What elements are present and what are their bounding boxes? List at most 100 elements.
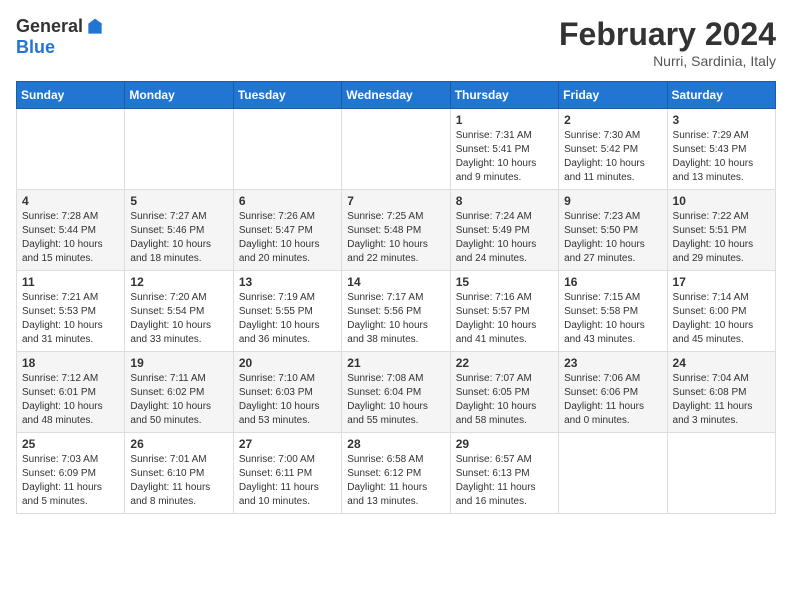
day-info: Sunrise: 7:26 AM Sunset: 5:47 PM Dayligh… — [239, 210, 336, 266]
calendar-day-cell: 28 Sunrise: 6:58 AM Sunset: 6:12 PM Dayli… — [342, 433, 450, 514]
day-info: Sunrise: 7:01 AM Sunset: 6:10 PM Dayligh… — [130, 453, 227, 509]
logo-blue: Blue — [16, 37, 55, 58]
day-info: Sunrise: 7:19 AM Sunset: 5:55 PM Dayligh… — [239, 291, 336, 347]
empty-cell — [125, 109, 233, 190]
calendar-day-cell: 8Sunrise: 7:24 AM Sunset: 5:49 PM Daylig… — [450, 190, 558, 271]
calendar-day-cell: 4Sunrise: 7:28 AM Sunset: 5:44 PM Daylig… — [17, 190, 125, 271]
weekday-header-tuesday: Tuesday — [233, 82, 341, 109]
day-number: 25 — [22, 437, 119, 451]
day-number: 7 — [347, 194, 444, 208]
day-number: 11 — [22, 275, 119, 289]
day-info: Sunrise: 7:14 AM Sunset: 6:00 PM Dayligh… — [673, 291, 770, 347]
day-number: 20 — [239, 356, 336, 370]
calendar-day-cell: 2Sunrise: 7:30 AM Sunset: 5:42 PM Daylig… — [559, 109, 667, 190]
calendar-table: SundayMondayTuesdayWednesdayThursdayFrid… — [16, 81, 776, 514]
title-area: February 2024 Nurri, Sardinia, Italy — [559, 16, 776, 69]
day-info: Sunrise: 6:57 AM Sunset: 6:13 PM Dayligh… — [456, 453, 553, 509]
day-number: 5 — [130, 194, 227, 208]
calendar-day-cell: 19Sunrise: 7:11 AM Sunset: 6:02 PM Dayli… — [125, 352, 233, 433]
calendar-week-row: 18 Sunrise: 7:12 AM Sunset: 6:01 PM Dayli… — [17, 352, 776, 433]
calendar-day-cell: 5 Sunrise: 7:27 AM Sunset: 5:46 PM Daylig… — [125, 190, 233, 271]
weekday-header-saturday: Saturday — [667, 82, 775, 109]
day-number: 23 — [564, 356, 661, 370]
day-number: 8 — [456, 194, 553, 208]
day-number: 18 — [22, 356, 119, 370]
weekday-header-wednesday: Wednesday — [342, 82, 450, 109]
empty-cell — [342, 109, 450, 190]
day-info: Sunrise: 7:00 AM Sunset: 6:11 PM Dayligh… — [239, 453, 336, 509]
day-info: Sunrise: 7:22 AM Sunset: 5:51 PM Dayligh… — [673, 210, 770, 266]
calendar-week-row: 11 Sunrise: 7:21 AM Sunset: 5:53 PM Dayli… — [17, 271, 776, 352]
empty-cell — [233, 109, 341, 190]
calendar-day-cell: 16 Sunrise: 7:15 AM Sunset: 5:58 PM Dayli… — [559, 271, 667, 352]
day-number: 6 — [239, 194, 336, 208]
day-number: 28 — [347, 437, 444, 451]
day-number: 14 — [347, 275, 444, 289]
calendar-day-cell: 23 Sunrise: 7:06 AM Sunset: 6:06 PM Dayli… — [559, 352, 667, 433]
day-info: Sunrise: 7:11 AM Sunset: 6:02 PM Dayligh… — [130, 372, 227, 428]
day-info: Sunrise: 7:23 AM Sunset: 5:50 PM Dayligh… — [564, 210, 661, 266]
day-number: 29 — [456, 437, 553, 451]
day-number: 26 — [130, 437, 227, 451]
page-header: General Blue February 2024 Nurri, Sardin… — [16, 16, 776, 69]
calendar-week-row: 4Sunrise: 7:28 AM Sunset: 5:44 PM Daylig… — [17, 190, 776, 271]
calendar-day-cell: 14 Sunrise: 7:17 AM Sunset: 5:56 PM Dayli… — [342, 271, 450, 352]
empty-cell — [667, 433, 775, 514]
day-info: Sunrise: 6:58 AM Sunset: 6:12 PM Dayligh… — [347, 453, 444, 509]
calendar-day-cell: 29 Sunrise: 6:57 AM Sunset: 6:13 PM Dayli… — [450, 433, 558, 514]
day-info: Sunrise: 7:07 AM Sunset: 6:05 PM Dayligh… — [456, 372, 553, 428]
day-number: 13 — [239, 275, 336, 289]
calendar-day-cell: 7Sunrise: 7:25 AM Sunset: 5:48 PM Daylig… — [342, 190, 450, 271]
calendar-day-cell: 27 Sunrise: 7:00 AM Sunset: 6:11 PM Dayli… — [233, 433, 341, 514]
day-number: 16 — [564, 275, 661, 289]
calendar-day-cell: 20Sunrise: 7:10 AM Sunset: 6:03 PM Dayli… — [233, 352, 341, 433]
weekday-header-friday: Friday — [559, 82, 667, 109]
calendar-day-cell: 15 Sunrise: 7:16 AM Sunset: 5:57 PM Dayli… — [450, 271, 558, 352]
day-info: Sunrise: 7:15 AM Sunset: 5:58 PM Dayligh… — [564, 291, 661, 347]
calendar-day-cell: 1 Sunrise: 7:31 AM Sunset: 5:41 PM Daylig… — [450, 109, 558, 190]
day-info: Sunrise: 7:28 AM Sunset: 5:44 PM Dayligh… — [22, 210, 119, 266]
calendar-week-row: 25Sunrise: 7:03 AM Sunset: 6:09 PM Dayli… — [17, 433, 776, 514]
calendar-day-cell: 6 Sunrise: 7:26 AM Sunset: 5:47 PM Daylig… — [233, 190, 341, 271]
day-info: Sunrise: 7:27 AM Sunset: 5:46 PM Dayligh… — [130, 210, 227, 266]
month-year-title: February 2024 — [559, 16, 776, 53]
day-info: Sunrise: 7:12 AM Sunset: 6:01 PM Dayligh… — [22, 372, 119, 428]
weekday-header-monday: Monday — [125, 82, 233, 109]
empty-cell — [17, 109, 125, 190]
weekday-header-row: SundayMondayTuesdayWednesdayThursdayFrid… — [17, 82, 776, 109]
day-number: 21 — [347, 356, 444, 370]
calendar-day-cell: 25Sunrise: 7:03 AM Sunset: 6:09 PM Dayli… — [17, 433, 125, 514]
calendar-day-cell: 21 Sunrise: 7:08 AM Sunset: 6:04 PM Dayli… — [342, 352, 450, 433]
calendar-week-row: 1 Sunrise: 7:31 AM Sunset: 5:41 PM Daylig… — [17, 109, 776, 190]
calendar-day-cell: 11 Sunrise: 7:21 AM Sunset: 5:53 PM Dayli… — [17, 271, 125, 352]
day-number: 15 — [456, 275, 553, 289]
day-info: Sunrise: 7:04 AM Sunset: 6:08 PM Dayligh… — [673, 372, 770, 428]
empty-cell — [559, 433, 667, 514]
day-number: 22 — [456, 356, 553, 370]
day-info: Sunrise: 7:16 AM Sunset: 5:57 PM Dayligh… — [456, 291, 553, 347]
weekday-header-sunday: Sunday — [17, 82, 125, 109]
day-number: 27 — [239, 437, 336, 451]
day-info: Sunrise: 7:21 AM Sunset: 5:53 PM Dayligh… — [22, 291, 119, 347]
logo-general: General — [16, 16, 83, 37]
logo-icon — [85, 17, 105, 37]
day-number: 12 — [130, 275, 227, 289]
day-info: Sunrise: 7:31 AM Sunset: 5:41 PM Dayligh… — [456, 129, 553, 185]
day-number: 24 — [673, 356, 770, 370]
calendar-day-cell: 18 Sunrise: 7:12 AM Sunset: 6:01 PM Dayli… — [17, 352, 125, 433]
calendar-day-cell: 22 Sunrise: 7:07 AM Sunset: 6:05 PM Dayli… — [450, 352, 558, 433]
day-info: Sunrise: 7:29 AM Sunset: 5:43 PM Dayligh… — [673, 129, 770, 185]
calendar-day-cell: 3 Sunrise: 7:29 AM Sunset: 5:43 PM Daylig… — [667, 109, 775, 190]
day-number: 1 — [456, 113, 553, 127]
day-info: Sunrise: 7:08 AM Sunset: 6:04 PM Dayligh… — [347, 372, 444, 428]
day-number: 10 — [673, 194, 770, 208]
day-info: Sunrise: 7:17 AM Sunset: 5:56 PM Dayligh… — [347, 291, 444, 347]
logo: General Blue — [16, 16, 105, 58]
calendar-day-cell: 26 Sunrise: 7:01 AM Sunset: 6:10 PM Dayli… — [125, 433, 233, 514]
location-subtitle: Nurri, Sardinia, Italy — [559, 53, 776, 69]
day-number: 2 — [564, 113, 661, 127]
calendar-day-cell: 9Sunrise: 7:23 AM Sunset: 5:50 PM Daylig… — [559, 190, 667, 271]
calendar-day-cell: 12Sunrise: 7:20 AM Sunset: 5:54 PM Dayli… — [125, 271, 233, 352]
day-info: Sunrise: 7:06 AM Sunset: 6:06 PM Dayligh… — [564, 372, 661, 428]
day-number: 3 — [673, 113, 770, 127]
